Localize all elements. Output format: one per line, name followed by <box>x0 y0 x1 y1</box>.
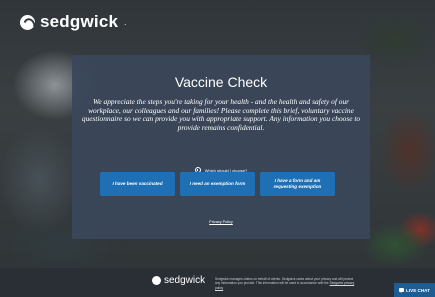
footer: sedgwick Sedgwick manages claims on beha… <box>0 268 435 297</box>
footer-disclaimer: Sedgwick manages claims on behalf of cli… <box>215 277 355 290</box>
logo-text: sedgwick <box>40 12 119 31</box>
dialog-title: Vaccine Check <box>174 74 268 90</box>
footer-logo: sedgwick <box>152 275 205 286</box>
dialog-intro: We appreciate the steps you're taking fo… <box>81 97 361 132</box>
need-exemption-form-button[interactable]: I need an exemption form <box>180 172 255 196</box>
sedgwick-logo[interactable]: sedgwick . <box>20 12 126 32</box>
sedgwick-footer-logo-icon <box>152 276 161 285</box>
vaccine-check-dialog: Vaccine Check We appreciate the steps yo… <box>72 55 370 239</box>
chat-icon <box>399 288 405 293</box>
option-buttons: I have been vaccinated I need an exempti… <box>100 172 335 196</box>
live-chat-button[interactable]: LIVE CHAT <box>394 283 435 297</box>
footer-brand: sedgwick <box>164 275 206 286</box>
live-chat-label: LIVE CHAT <box>406 287 430 293</box>
vaccinated-button[interactable]: I have been vaccinated <box>100 172 175 196</box>
privacy-policy-link[interactable]: Privacy Policy <box>72 220 370 224</box>
logo-dot: . <box>124 17 127 27</box>
sedgwick-logo-icon <box>20 14 35 30</box>
request-exemption-button[interactable]: I have a form and am requesting exemptio… <box>260 172 335 196</box>
